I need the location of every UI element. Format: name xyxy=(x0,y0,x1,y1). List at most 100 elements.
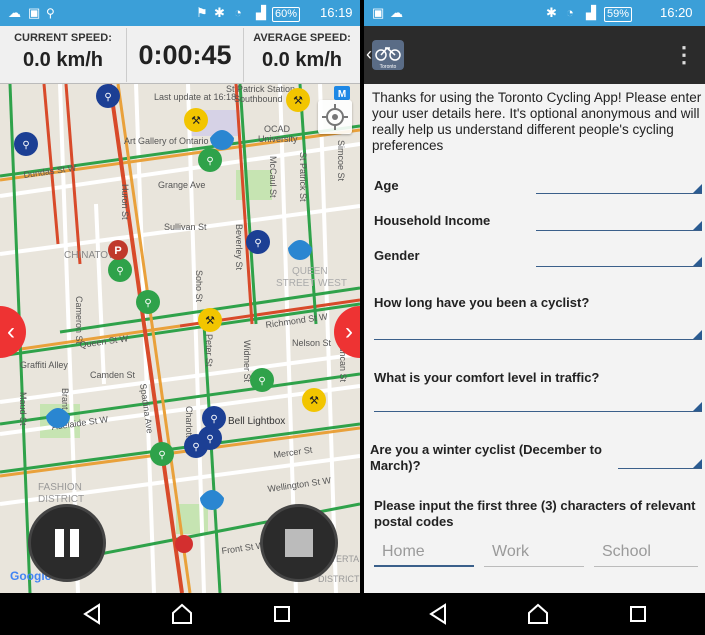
work-postal-input[interactable]: Work xyxy=(484,541,584,567)
status-bar-right: ▣ ☁ ✱ ◔ ▟ 59% 16:20 xyxy=(364,0,705,26)
winter-cyclist-label: Are you a winter cyclist (December to Ma… xyxy=(370,442,602,474)
svg-text:FASHION: FASHION xyxy=(38,482,82,493)
postal-codes-line: Please input the first three (3) charact… xyxy=(374,498,696,513)
dropdown-arrow-icon xyxy=(693,221,702,230)
postal-codes-line: postal codes xyxy=(374,514,454,529)
home-icon[interactable] xyxy=(526,602,550,626)
income-dropdown[interactable] xyxy=(536,221,702,231)
location-icon: ⚑ xyxy=(196,5,208,20)
right-phone-screen: ▣ ☁ ✱ ◔ ▟ 59% 16:20 ‹ Toronto ⋮ Thanks f… xyxy=(364,0,705,593)
svg-text:Maud St: Maud St xyxy=(18,392,28,426)
svg-text:⚲: ⚲ xyxy=(104,92,111,103)
intro-text: Thanks for using the Toronto Cycling App… xyxy=(372,90,705,154)
map-view[interactable]: Last update at 16:18 St Patrick Station … xyxy=(0,84,360,593)
home-icon[interactable] xyxy=(170,602,194,626)
svg-text:Simcoe St: Simcoe St xyxy=(336,140,346,182)
app-bar: ‹ Toronto ⋮ xyxy=(364,26,705,84)
age-label: Age xyxy=(374,178,399,193)
locate-me-button[interactable] xyxy=(318,100,352,134)
overflow-menu-button[interactable]: ⋮ xyxy=(673,44,695,66)
battery-indicator: 60% xyxy=(272,7,301,22)
svg-text:⚲: ⚲ xyxy=(22,140,29,151)
svg-text:Last update at 16:18: Last update at 16:18 xyxy=(154,92,236,102)
traffic-comfort-dropdown[interactable] xyxy=(374,402,702,412)
average-speed-label: AVERAGE SPEED: xyxy=(253,32,351,44)
svg-text:⚲: ⚲ xyxy=(192,442,199,453)
speed-panel: CURRENT SPEED: 0.0 km/h 0:00:45 AVERAGE … xyxy=(0,26,360,84)
cloud-icon: ☁ xyxy=(390,5,403,20)
gender-dropdown[interactable] xyxy=(536,257,702,267)
age-dropdown[interactable] xyxy=(536,184,702,194)
svg-text:STREET WEST: STREET WEST xyxy=(276,278,347,289)
svg-text:⚒: ⚒ xyxy=(309,395,319,407)
bluetooth-icon: ✱ xyxy=(214,5,225,20)
svg-text:⚲: ⚲ xyxy=(210,414,217,425)
winter-cyclist-dropdown[interactable] xyxy=(618,459,702,469)
svg-text:⚲: ⚲ xyxy=(158,450,165,461)
battery-indicator: 59% xyxy=(604,7,633,22)
svg-text:Widmer St: Widmer St xyxy=(242,340,252,383)
dropdown-arrow-icon xyxy=(693,330,702,339)
stop-icon xyxy=(285,529,313,557)
svg-text:Huron St: Huron St xyxy=(120,184,130,220)
svg-text:Sullivan St: Sullivan St xyxy=(164,222,207,232)
home-postal-input[interactable]: Home xyxy=(374,541,474,567)
signal-icon: ▟ xyxy=(586,5,596,20)
svg-text:Bell Lightbox: Bell Lightbox xyxy=(228,416,285,427)
svg-text:Soho St: Soho St xyxy=(194,270,204,303)
image-icon: ▣ xyxy=(28,5,41,20)
svg-text:Graffiti Alley: Graffiti Alley xyxy=(20,360,68,370)
svg-text:⚲: ⚲ xyxy=(116,266,123,277)
status-bar-left: ☁ ▣ ⚲ ⚑ ✱ ◔ ▟ 60% 16:19 xyxy=(0,0,360,26)
svg-text:Toronto: Toronto xyxy=(380,64,397,70)
svg-text:St Patrick St: St Patrick St xyxy=(298,152,308,202)
status-time: 16:20 xyxy=(660,5,693,20)
winter-cyclist-line: Are you a winter cyclist (December to xyxy=(370,442,602,457)
svg-text:⚒: ⚒ xyxy=(293,95,303,107)
system-navigation-bar xyxy=(0,593,705,635)
svg-text:P: P xyxy=(114,245,121,257)
svg-text:OCAD: OCAD xyxy=(264,124,291,134)
recent-apps-icon[interactable] xyxy=(626,602,650,626)
wifi-icon: ◔ xyxy=(234,5,242,20)
wifi-icon: ◔ xyxy=(566,5,574,20)
bluetooth-icon: ✱ xyxy=(546,5,557,20)
stop-button[interactable] xyxy=(260,504,338,582)
back-icon[interactable] xyxy=(80,602,104,626)
ride-timer: 0:00:45 xyxy=(126,28,244,82)
average-speed-box: AVERAGE SPEED: 0.0 km/h xyxy=(244,26,360,84)
svg-text:University: University xyxy=(258,134,298,144)
left-phone-screen: ☁ ▣ ⚲ ⚑ ✱ ◔ ▟ 60% 16:19 CURRENT SPEED: 0… xyxy=(0,0,360,593)
current-speed-value: 0.0 km/h xyxy=(22,49,104,71)
dropdown-arrow-icon xyxy=(693,184,702,193)
pause-button[interactable] xyxy=(28,504,106,582)
current-speed-box: CURRENT SPEED: 0.0 km/h xyxy=(0,26,126,84)
svg-text:⚒: ⚒ xyxy=(205,315,215,327)
cycling-duration-dropdown[interactable] xyxy=(374,330,702,340)
svg-text:⚲: ⚲ xyxy=(144,298,151,309)
status-time: 16:19 xyxy=(320,5,353,20)
income-label: Household Income xyxy=(374,213,491,228)
gender-label: Gender xyxy=(374,248,420,263)
dropdown-arrow-icon xyxy=(693,257,702,266)
user-details-form: Thanks for using the Toronto Cycling App… xyxy=(364,84,705,593)
image-icon: ▣ xyxy=(372,5,385,20)
app-logo[interactable]: Toronto xyxy=(372,40,404,70)
svg-text:Cameron St: Cameron St xyxy=(74,296,84,345)
recent-apps-icon[interactable] xyxy=(270,602,294,626)
intro-line: your user details here. It's optional an… xyxy=(372,106,700,121)
school-postal-input[interactable]: School xyxy=(594,541,698,567)
locate-icon xyxy=(322,104,348,130)
svg-text:⚒: ⚒ xyxy=(191,115,201,127)
bike-icon: ⚲ xyxy=(46,6,55,20)
svg-text:Southbound: Southbound xyxy=(234,94,283,104)
svg-text:Camden St: Camden St xyxy=(90,370,136,380)
current-speed-label: CURRENT SPEED: xyxy=(14,32,112,44)
back-icon[interactable] xyxy=(426,602,450,626)
pause-icon xyxy=(55,529,79,557)
intro-line: preferences xyxy=(372,138,444,153)
dropdown-arrow-icon xyxy=(693,402,702,411)
intro-line: Thanks for using the Toronto Cycling App… xyxy=(372,90,702,105)
svg-text:M: M xyxy=(338,89,346,100)
average-speed-value: 0.0 km/h xyxy=(261,49,343,71)
